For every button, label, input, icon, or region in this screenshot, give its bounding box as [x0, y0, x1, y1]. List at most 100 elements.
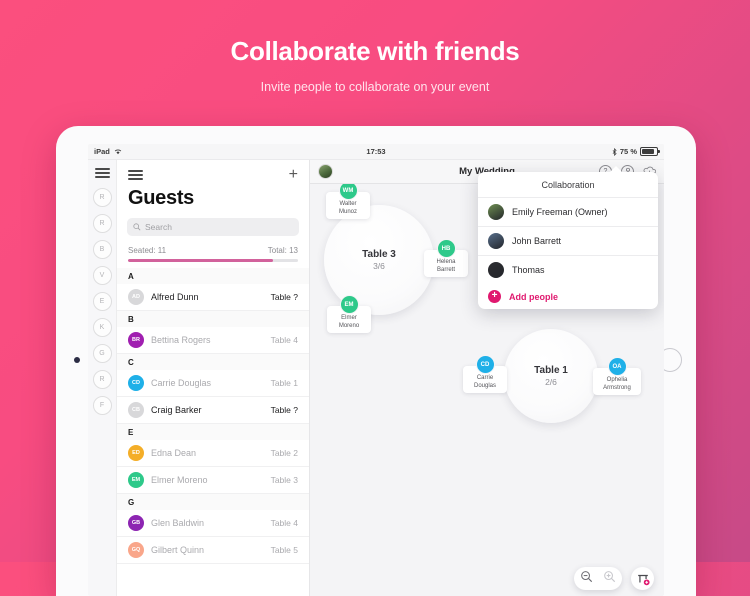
zoom-in-icon[interactable]	[603, 570, 616, 588]
guest-table-label: Table 4	[271, 518, 298, 528]
collaborator-name: Thomas	[512, 265, 545, 275]
guest-table-label: Table 3	[271, 475, 298, 485]
guest-section-header: G	[117, 494, 309, 510]
guest-name: Bettina Rogers	[151, 335, 264, 345]
rail-item-list: RRBVEKGRF	[93, 188, 112, 422]
guest-row[interactable]: GQ Gilbert Quinn Table 5	[117, 537, 309, 564]
guest-row[interactable]: ED Edna Dean Table 2	[117, 440, 309, 467]
popover-title: Collaboration	[478, 172, 658, 198]
add-table-icon	[636, 572, 650, 586]
collaborator-name: John Barrett	[512, 236, 561, 246]
rail-item[interactable]: G	[93, 344, 112, 363]
seat-avatar: HB	[437, 239, 456, 258]
seat-chip[interactable]: HB HelenaBarrett	[424, 239, 468, 277]
add-guest-button[interactable]: +	[289, 167, 298, 183]
collaborator-avatar	[488, 204, 504, 220]
zoom-out-icon[interactable]	[580, 570, 593, 588]
seating-counts: Seated: 11 Total: 13	[117, 246, 309, 259]
hamburger-menu-icon	[95, 168, 110, 178]
front-camera-dot	[74, 357, 80, 363]
avatar[interactable]	[318, 164, 333, 179]
guest-list[interactable]: AADAlfred DunnTable ?BBRBettina RogersTa…	[117, 268, 309, 596]
guest-avatar: CB	[128, 402, 144, 418]
plus-circle-icon: +	[488, 290, 501, 303]
guest-row[interactable]: GB Glen Baldwin Table 4	[117, 510, 309, 537]
add-people-button[interactable]: + Add people	[478, 284, 658, 309]
guest-avatar: GQ	[128, 542, 144, 558]
guest-row[interactable]: CDCarrie DouglasTable 1	[117, 370, 309, 397]
guest-row[interactable]: EMElmer MorenoTable 3	[117, 467, 309, 494]
guest-section-header: E	[117, 424, 309, 440]
rail-item[interactable]: R	[93, 370, 112, 389]
guest-name: Elmer Moreno	[151, 475, 264, 485]
ipad-screen: iPad 17:53 75 % RRBVEK	[88, 144, 664, 596]
rail-item[interactable]: R	[93, 214, 112, 233]
guest-avatar: GB	[128, 515, 144, 531]
rail-item[interactable]: F	[93, 396, 112, 415]
rail-item[interactable]: B	[93, 240, 112, 259]
table-node[interactable]: Table 1 2/6	[504, 329, 598, 423]
guest-name: Craig Barker	[151, 405, 264, 415]
seating-progress-bar	[128, 259, 298, 262]
add-table-button[interactable]	[631, 567, 654, 590]
collaborator-avatar	[488, 262, 504, 278]
guests-panel: + Guests Search Seated: 11 Total: 13 AAD…	[117, 144, 310, 596]
seat-chip[interactable]: EM ElmerMoreno	[327, 295, 371, 333]
guest-name: Glen Baldwin	[151, 518, 264, 528]
status-bar-time: 17:53	[88, 147, 664, 156]
guest-table-label: Table 2	[271, 448, 298, 458]
rail-item[interactable]: K	[93, 318, 112, 337]
guest-avatar: ED	[128, 445, 144, 461]
guest-row[interactable]: CB Craig Barker Table ?	[117, 397, 309, 424]
popover-arrow	[609, 166, 623, 173]
collaborator-row[interactable]: John Barrett	[478, 227, 658, 256]
guests-toolbar: +	[117, 159, 309, 183]
collaborator-row[interactable]: Thomas	[478, 256, 658, 284]
seating-chart-area: My Wedding ?	[310, 144, 664, 596]
total-count-label: Total: 13	[268, 246, 298, 255]
guest-name: Gilbert Quinn	[151, 545, 264, 555]
guest-table-label: Table 4	[271, 335, 298, 345]
seat-chip[interactable]: WM WalterMunoz	[326, 183, 370, 219]
search-placeholder: Search	[145, 222, 172, 232]
guest-table-label: Table 5	[271, 545, 298, 555]
rail-item[interactable]: R	[93, 188, 112, 207]
guests-menu-button[interactable]	[128, 170, 143, 180]
table-capacity: 3/6	[373, 261, 385, 271]
guest-section-header: C	[117, 354, 309, 370]
collaborator-list: Emily Freeman (Owner) John Barrett Thomas	[478, 198, 658, 284]
guest-avatar: CD	[128, 375, 144, 391]
collaboration-popover: Collaboration Emily Freeman (Owner) John …	[478, 172, 658, 309]
index-rail: RRBVEKGRF	[88, 144, 117, 596]
guest-table-label: Table 1	[271, 378, 298, 388]
guest-table-label: Table ?	[271, 405, 298, 415]
guests-title: Guests	[117, 183, 309, 218]
guest-section-header: B	[117, 311, 309, 327]
seated-count-label: Seated: 11	[128, 246, 166, 255]
search-input[interactable]: Search	[127, 218, 299, 236]
guest-row[interactable]: BRBettina RogersTable 4	[117, 327, 309, 354]
battery-icon	[640, 147, 658, 156]
ipad-device-frame: iPad 17:53 75 % RRBVEK	[56, 126, 696, 596]
collaborator-avatar	[488, 233, 504, 249]
seat-chip[interactable]: OA OpheliaArmstrong	[593, 357, 641, 395]
guest-row[interactable]: ADAlfred DunnTable ?	[117, 284, 309, 311]
guest-name: Edna Dean	[151, 448, 264, 458]
zoom-controls	[574, 567, 622, 590]
seat-chip[interactable]: CD CarrieDouglas	[463, 355, 507, 393]
rail-menu-button[interactable]	[95, 168, 110, 178]
rail-item[interactable]: E	[93, 292, 112, 311]
rail-item[interactable]: V	[93, 266, 112, 285]
seat-avatar: OA	[608, 357, 627, 376]
table-capacity: 2/6	[545, 377, 557, 387]
page-subtitle: Invite people to collaborate on your eve…	[0, 80, 750, 94]
collaborator-row[interactable]: Emily Freeman (Owner)	[478, 198, 658, 227]
seat-avatar: CD	[476, 355, 495, 374]
canvas-toolbar	[574, 567, 654, 590]
table-name: Table 3	[362, 249, 396, 260]
search-icon	[133, 223, 141, 231]
table-name: Table 1	[534, 365, 568, 376]
page-title: Collaborate with friends	[0, 36, 750, 67]
guest-name: Alfred Dunn	[151, 292, 264, 302]
hamburger-menu-icon	[128, 170, 143, 180]
